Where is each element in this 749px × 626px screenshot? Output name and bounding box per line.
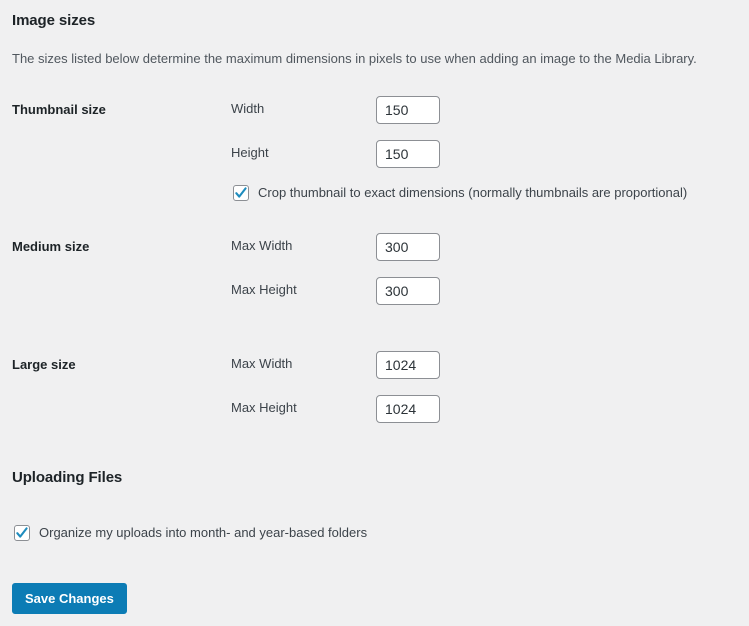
large-max-height-input[interactable] [376,395,440,423]
medium-max-height-input[interactable] [376,277,440,305]
medium-max-width-row: Max Width [231,233,531,261]
image-sizes-description: The sizes listed below determine the max… [12,51,697,66]
media-settings-page: Image sizes The sizes listed below deter… [0,0,749,626]
checkmark-icon [16,527,28,538]
thumbnail-width-row: Width [231,96,531,124]
thumbnail-height-row: Height [231,140,531,168]
large-max-width-row: Max Width [231,351,531,379]
large-max-width-input[interactable] [376,351,440,379]
medium-size-label: Medium size [12,239,90,254]
medium-max-width-label: Max Width [231,238,293,253]
uploading-files-heading: Uploading Files [12,469,123,486]
thumbnail-size-label: Thumbnail size [12,102,106,117]
medium-max-height-label: Max Height [231,282,297,297]
thumbnail-width-input[interactable] [376,96,440,124]
image-sizes-heading: Image sizes [12,12,96,29]
organize-uploads-checkbox[interactable] [14,525,30,541]
large-max-width-label: Max Width [231,356,293,371]
checkmark-icon [235,187,247,198]
medium-max-width-input[interactable] [376,233,440,261]
organize-uploads-row[interactable]: Organize my uploads into month- and year… [14,525,367,541]
large-max-height-row: Max Height [231,395,531,423]
medium-max-height-row: Max Height [231,277,531,305]
thumbnail-width-label: Width [231,101,265,116]
large-size-label: Large size [12,357,76,372]
save-changes-button[interactable]: Save Changes [12,583,127,614]
crop-thumbnail-label: Crop thumbnail to exact dimensions (norm… [258,185,688,200]
large-max-height-label: Max Height [231,400,297,415]
crop-thumbnail-checkbox[interactable] [233,185,249,201]
thumbnail-height-label: Height [231,145,269,160]
organize-uploads-label: Organize my uploads into month- and year… [39,525,368,540]
thumbnail-height-input[interactable] [376,140,440,168]
crop-thumbnail-row[interactable]: Crop thumbnail to exact dimensions (norm… [233,185,687,201]
